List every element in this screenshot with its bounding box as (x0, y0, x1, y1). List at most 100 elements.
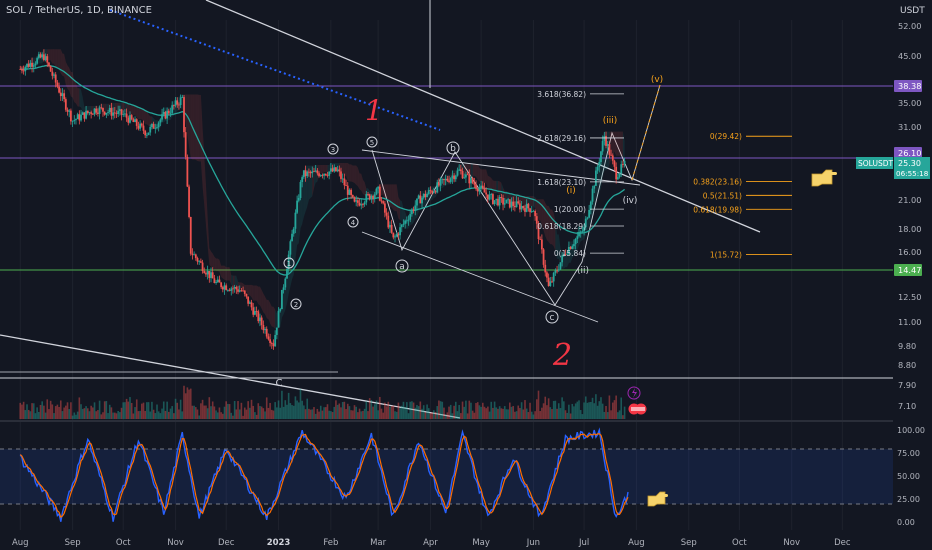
volume-bar (53, 413, 55, 419)
volume-bar (419, 401, 422, 419)
candle-body (22, 70, 25, 72)
time-tick: 2023 (267, 538, 291, 548)
volume-bar (252, 405, 255, 419)
volume-bar (193, 405, 195, 419)
fib-left-label: 1.618(23.10) (537, 178, 586, 187)
volume-bar (563, 401, 565, 419)
volume-bar (297, 402, 300, 419)
volume-bar (409, 401, 412, 419)
volume-bar (507, 409, 509, 419)
volume-bar (70, 402, 72, 419)
volume-bar (600, 397, 602, 419)
volume-bar (279, 407, 282, 419)
candle-body (183, 97, 185, 133)
candle-body (448, 180, 450, 182)
volume-bar (65, 405, 67, 419)
volume-bar (554, 400, 557, 419)
candle-body (616, 177, 619, 180)
candle-body (429, 190, 432, 192)
volume-bar (473, 412, 476, 419)
volume-bar (181, 411, 184, 419)
volume-bar (107, 413, 109, 419)
volume-bar (31, 403, 33, 419)
volume-bar (316, 408, 319, 419)
time-tick: Aug (628, 538, 645, 548)
volume-bar (222, 413, 224, 419)
candle-body (242, 290, 244, 292)
volume-bar (478, 405, 481, 419)
wave-iv-label: (iv) (623, 196, 638, 206)
volume-bar (276, 407, 278, 419)
candle-body (490, 194, 493, 195)
candle-body (127, 117, 130, 123)
candle-body (226, 290, 229, 291)
price-tick: 31.00 (898, 122, 921, 132)
candle-body (314, 170, 317, 172)
volume-bar (144, 410, 146, 419)
candle-body (291, 233, 293, 242)
volume-bar (262, 408, 265, 419)
volume-bar (338, 403, 341, 419)
volume-bar (546, 405, 548, 419)
volume-bar (424, 412, 427, 419)
volume-bar (61, 411, 64, 419)
candle-body (358, 202, 361, 206)
candle-body (247, 296, 250, 304)
symbol-title[interactable]: SOL / TetherUS, 1D, BINANCE (6, 5, 152, 16)
candle-body (220, 282, 223, 288)
candle-body (78, 114, 81, 121)
volume-bar (284, 400, 287, 419)
candle-body (432, 191, 435, 193)
candle-body (68, 110, 71, 112)
candle-body (331, 168, 334, 172)
candle-body (21, 69, 23, 71)
candle-body (140, 123, 143, 126)
candle-body (611, 155, 614, 161)
volume-bar (468, 400, 471, 419)
volume-bar (238, 409, 241, 419)
candle-body (80, 114, 82, 121)
fib-left-label: 3.618(36.82) (537, 90, 586, 99)
candle-body (83, 112, 86, 119)
candle-body (458, 169, 461, 171)
price-tick: 35.00 (898, 98, 921, 108)
price-tick: 38.38 (898, 81, 921, 91)
volume-bar (603, 411, 606, 419)
volume-bar (301, 400, 303, 419)
volume-bar (135, 399, 138, 419)
candle-body (513, 205, 516, 208)
volume-bar (211, 401, 214, 419)
volume-bar (254, 412, 256, 419)
volume-bar (183, 385, 185, 419)
candle-body (162, 112, 165, 115)
candle-body (356, 200, 359, 203)
candle-body (336, 169, 339, 172)
candle-body (248, 302, 251, 304)
candle-body (112, 112, 115, 116)
volume-bar (161, 408, 163, 419)
chart-canvas[interactable]: 3.618(36.82) 2.618(29.16) 1.618(23.10) 1(20… (0, 0, 932, 550)
volume-bar (174, 398, 177, 419)
symbol-tag-label: SOLUSDT (858, 159, 893, 168)
volume-bar (196, 409, 199, 419)
candle-body (389, 224, 391, 228)
dividend-icon[interactable] (628, 403, 647, 415)
volume-bar (422, 405, 425, 419)
volume-bar (215, 410, 217, 419)
volume-bar (48, 409, 50, 419)
time-tick: Dec (834, 538, 851, 548)
volume-bar (520, 402, 523, 419)
volume-bar (115, 413, 118, 419)
volume-bar (139, 410, 141, 419)
volume-bar (360, 411, 363, 419)
volume-bar (39, 404, 42, 419)
volume-bar (355, 406, 357, 419)
candle-body (122, 114, 125, 115)
time-tick: Oct (732, 538, 747, 548)
volume-bar (137, 411, 140, 419)
volume-bar (433, 410, 435, 419)
volume-bar (466, 413, 469, 419)
volume-bar (208, 397, 211, 419)
volume-bar (249, 407, 251, 419)
volume-bar (243, 407, 246, 419)
